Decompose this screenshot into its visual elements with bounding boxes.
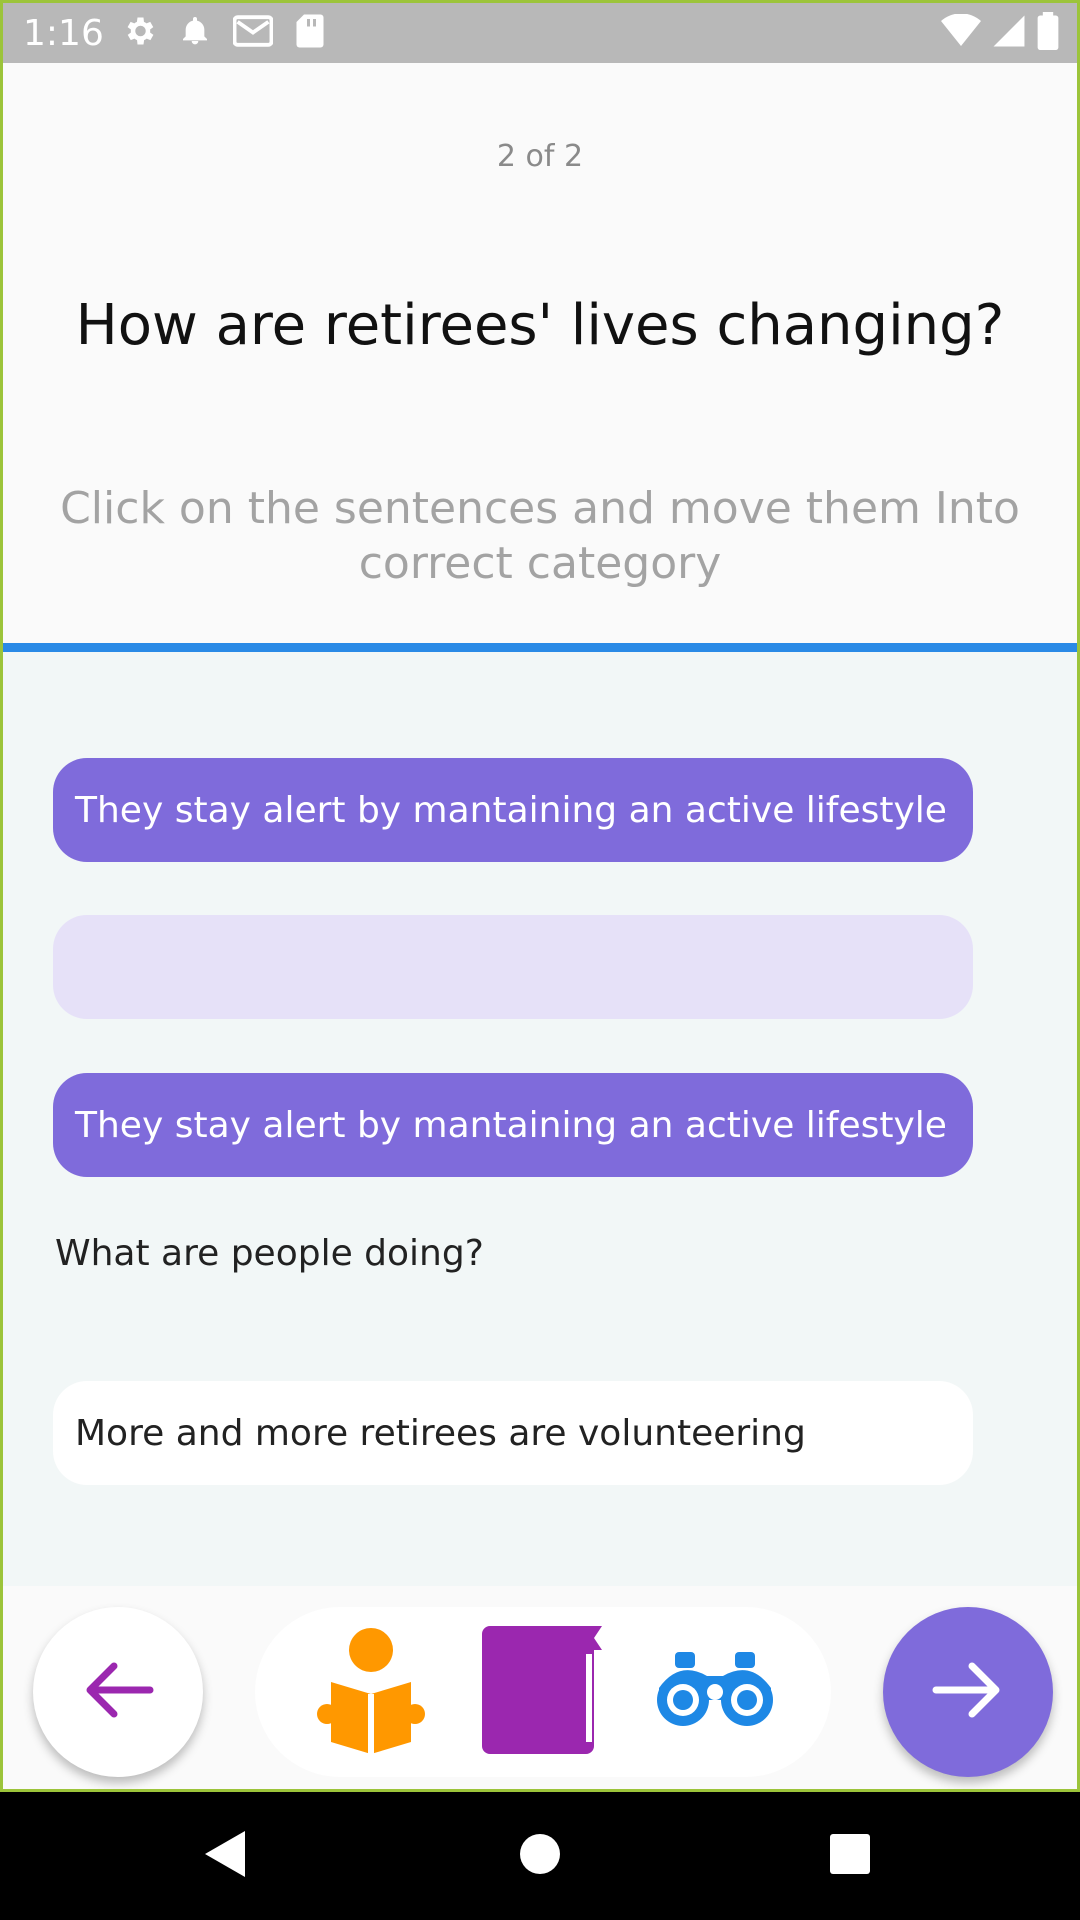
bell-icon — [179, 14, 211, 52]
sentence-option[interactable]: More and more retirees are volunteering — [53, 1381, 973, 1485]
next-button[interactable] — [883, 1607, 1053, 1777]
status-bar: 1:16 — [3, 3, 1077, 63]
answer-slot-1-text: They stay alert by mantaining an active … — [75, 789, 947, 831]
sentence-option-text: More and more retirees are volunteering — [75, 1412, 806, 1454]
app-screen: 1:16 2 of 2 How are retirees' lives chan… — [0, 0, 1080, 1792]
system-back-button[interactable] — [175, 1792, 275, 1920]
binoculars-icon — [651, 1652, 779, 1732]
wifi-icon — [941, 13, 981, 52]
reader-button[interactable] — [301, 1622, 441, 1762]
status-right-icons — [941, 12, 1059, 54]
header-divider — [3, 643, 1077, 652]
arrow-right-icon — [932, 1658, 1004, 1726]
tools-bar — [255, 1607, 831, 1777]
answer-slot-1[interactable]: They stay alert by mantaining an active … — [53, 758, 973, 862]
instruction-text: Click on the sentences and move them Int… — [60, 483, 1020, 589]
recents-square-icon — [829, 1833, 871, 1879]
sd-card-icon — [295, 13, 325, 53]
back-triangle-icon — [203, 1829, 247, 1883]
system-recents-button[interactable] — [800, 1792, 900, 1920]
back-button[interactable] — [33, 1607, 203, 1777]
question-counter: 2 of 2 — [496, 139, 584, 174]
category-label: What are people doing? — [55, 1233, 484, 1274]
status-time: 1:16 — [23, 13, 104, 54]
binoculars-button[interactable] — [645, 1622, 785, 1762]
arrow-left-icon — [82, 1658, 154, 1726]
home-circle-icon — [519, 1833, 561, 1879]
status-left-icons — [121, 13, 325, 53]
answer-slot-2[interactable] — [53, 915, 973, 1019]
answer-slot-3[interactable]: They stay alert by mantaining an active … — [53, 1073, 973, 1177]
battery-icon — [1037, 12, 1059, 54]
signal-icon — [991, 14, 1027, 52]
gear-icon — [121, 13, 157, 53]
book-icon — [478, 1626, 608, 1758]
mail-icon — [232, 14, 274, 52]
system-home-button[interactable] — [490, 1792, 590, 1920]
system-navigation-bar — [0, 1792, 1080, 1920]
answer-slot-3-text: They stay alert by mantaining an active … — [75, 1104, 947, 1146]
reader-icon — [315, 1626, 427, 1758]
page-title: How are retirees' lives changing? — [75, 293, 1005, 358]
book-button[interactable] — [473, 1622, 613, 1762]
